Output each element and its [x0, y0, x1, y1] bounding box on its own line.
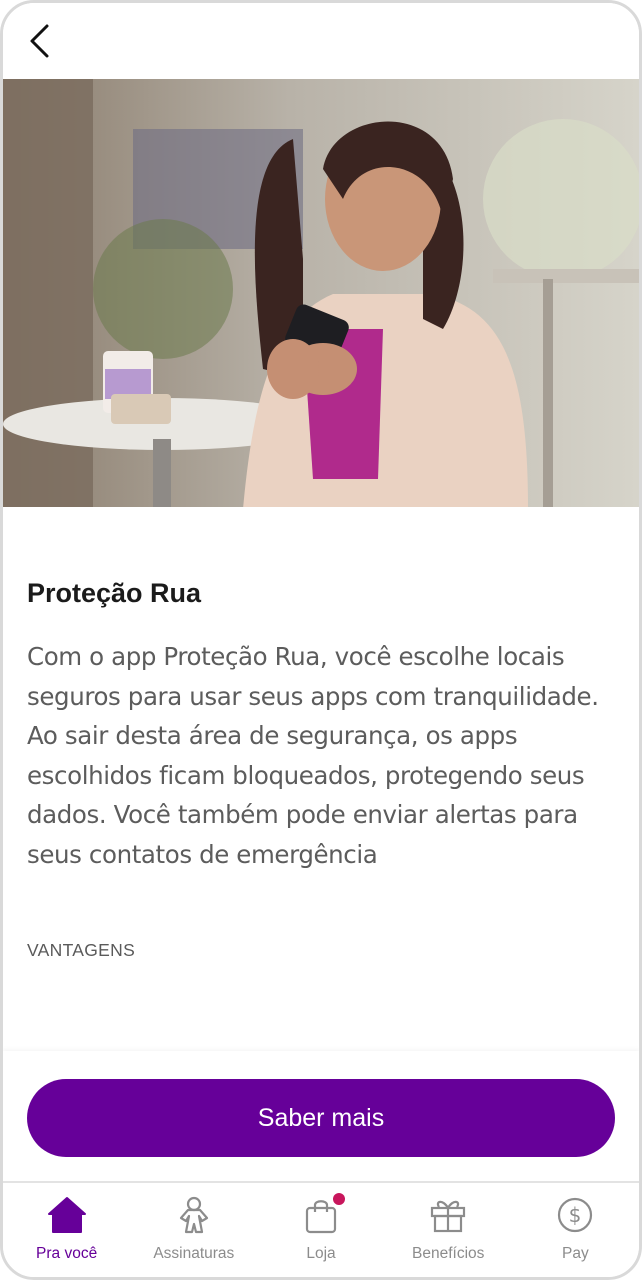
- nav-item-beneficios[interactable]: Benefícios: [385, 1183, 512, 1263]
- person-icon: [174, 1195, 214, 1235]
- nav-item-pra-voce[interactable]: Pra você: [3, 1183, 130, 1263]
- home-icon: [47, 1195, 87, 1235]
- gift-icon: [428, 1195, 468, 1235]
- nav-label: Assinaturas: [153, 1245, 235, 1262]
- top-bar: [3, 3, 639, 79]
- cta-area: Saber mais: [3, 1051, 639, 1183]
- nav-item-pay[interactable]: $ Pay: [512, 1183, 639, 1263]
- notification-badge: [333, 1193, 346, 1205]
- product-content: Proteção Rua Com o app Proteção Rua, voc…: [27, 507, 615, 961]
- nav-item-assinaturas[interactable]: Assinaturas: [130, 1183, 257, 1263]
- learn-more-button[interactable]: Saber mais: [27, 1079, 615, 1157]
- dollar-icon: $: [555, 1195, 595, 1235]
- hero-image: [3, 79, 639, 507]
- svg-text:$: $: [569, 1203, 582, 1227]
- nav-item-loja[interactable]: Loja: [257, 1183, 384, 1263]
- chevron-left-icon: [28, 23, 50, 64]
- nav-label: Pay: [562, 1245, 589, 1262]
- bottom-navigation: Pra você Assinaturas Loja Benefícios $ P…: [3, 1181, 639, 1277]
- nav-label: Pra você: [36, 1245, 98, 1262]
- advantages-section-label: VANTAGENS: [27, 940, 136, 960]
- nav-label: Loja: [306, 1245, 336, 1262]
- product-description: Com o app Proteção Rua, você escolhe loc…: [27, 642, 599, 869]
- phone-screen: Proteção Rua Com o app Proteção Rua, voc…: [0, 0, 642, 1280]
- product-title: Proteção Rua: [27, 578, 202, 608]
- nav-label: Benefícios: [412, 1245, 485, 1262]
- back-button[interactable]: [21, 23, 57, 63]
